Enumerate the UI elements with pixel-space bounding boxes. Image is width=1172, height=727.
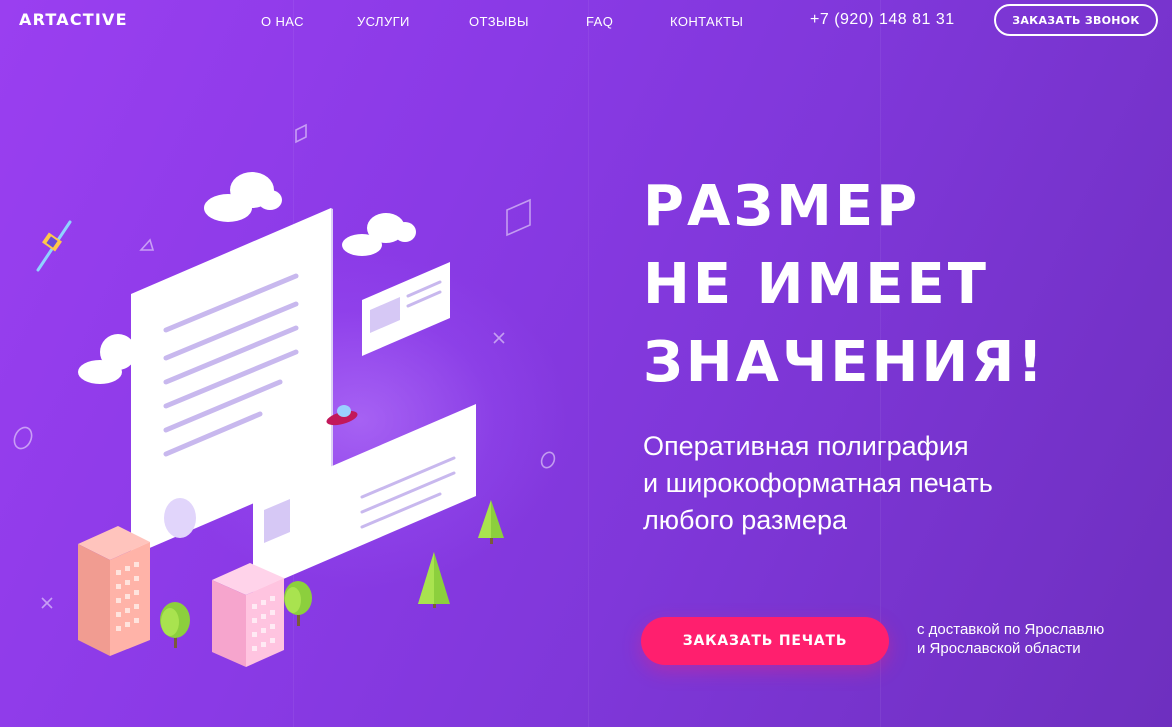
headline-line: НЕ ИМЕЕТ <box>643 252 989 317</box>
hero-headline: РАЗМЕР НЕ ИМЕЕТ ЗНАЧЕНИЯ! <box>643 168 1143 402</box>
headline-line: РАЗМЕР <box>643 174 921 239</box>
nav-item-contacts[interactable]: КОНТАКТЫ <box>670 14 743 29</box>
order-call-button[interactable]: ЗАКАЗАТЬ ЗВОНОК <box>994 4 1158 36</box>
subtitle-line: и широкоформатная печать <box>643 468 993 498</box>
building-icon <box>212 563 284 667</box>
delivery-note: с доставкой по Ярославлю и Ярославской о… <box>917 620 1104 658</box>
hero-subtitle: Оперативная полиграфия и широкоформатная… <box>643 428 1123 539</box>
subtitle-line: Оперативная полиграфия <box>643 431 969 461</box>
logo[interactable]: ARTACTIVE <box>19 10 128 29</box>
nav-item-faq[interactable]: FAQ <box>586 14 613 29</box>
phone-number[interactable]: +7 (920) 148 81 31 <box>810 11 955 29</box>
tree-icon <box>284 581 312 626</box>
order-print-button[interactable]: ЗАКАЗАТЬ ПЕЧАТЬ <box>641 617 889 665</box>
delivery-note-line: с доставкой по Ярославлю <box>917 621 1105 638</box>
print-illustration <box>13 123 556 667</box>
satellite-icon <box>36 220 72 272</box>
tree-icon <box>478 500 504 544</box>
cloud-icon <box>78 334 136 384</box>
tree-icon <box>160 602 190 648</box>
nav-item-about[interactable]: О НАС <box>261 14 304 29</box>
subtitle-line: любого размера <box>643 505 847 535</box>
nav-item-services[interactable]: УСЛУГИ <box>357 14 410 29</box>
headline-line: ЗНАЧЕНИЯ! <box>643 330 1046 395</box>
hero-section: ARTACTIVE О НАС УСЛУГИ ОТЗЫВЫ FAQ КОНТАК… <box>0 0 1172 727</box>
tree-icon <box>418 552 450 608</box>
building-icon <box>78 526 150 656</box>
card-icon <box>362 262 450 356</box>
delivery-note-line: и Ярославской области <box>917 640 1081 657</box>
cloud-icon <box>204 172 282 222</box>
cloud-icon <box>342 213 416 256</box>
nav-item-reviews[interactable]: ОТЗЫВЫ <box>469 14 529 29</box>
